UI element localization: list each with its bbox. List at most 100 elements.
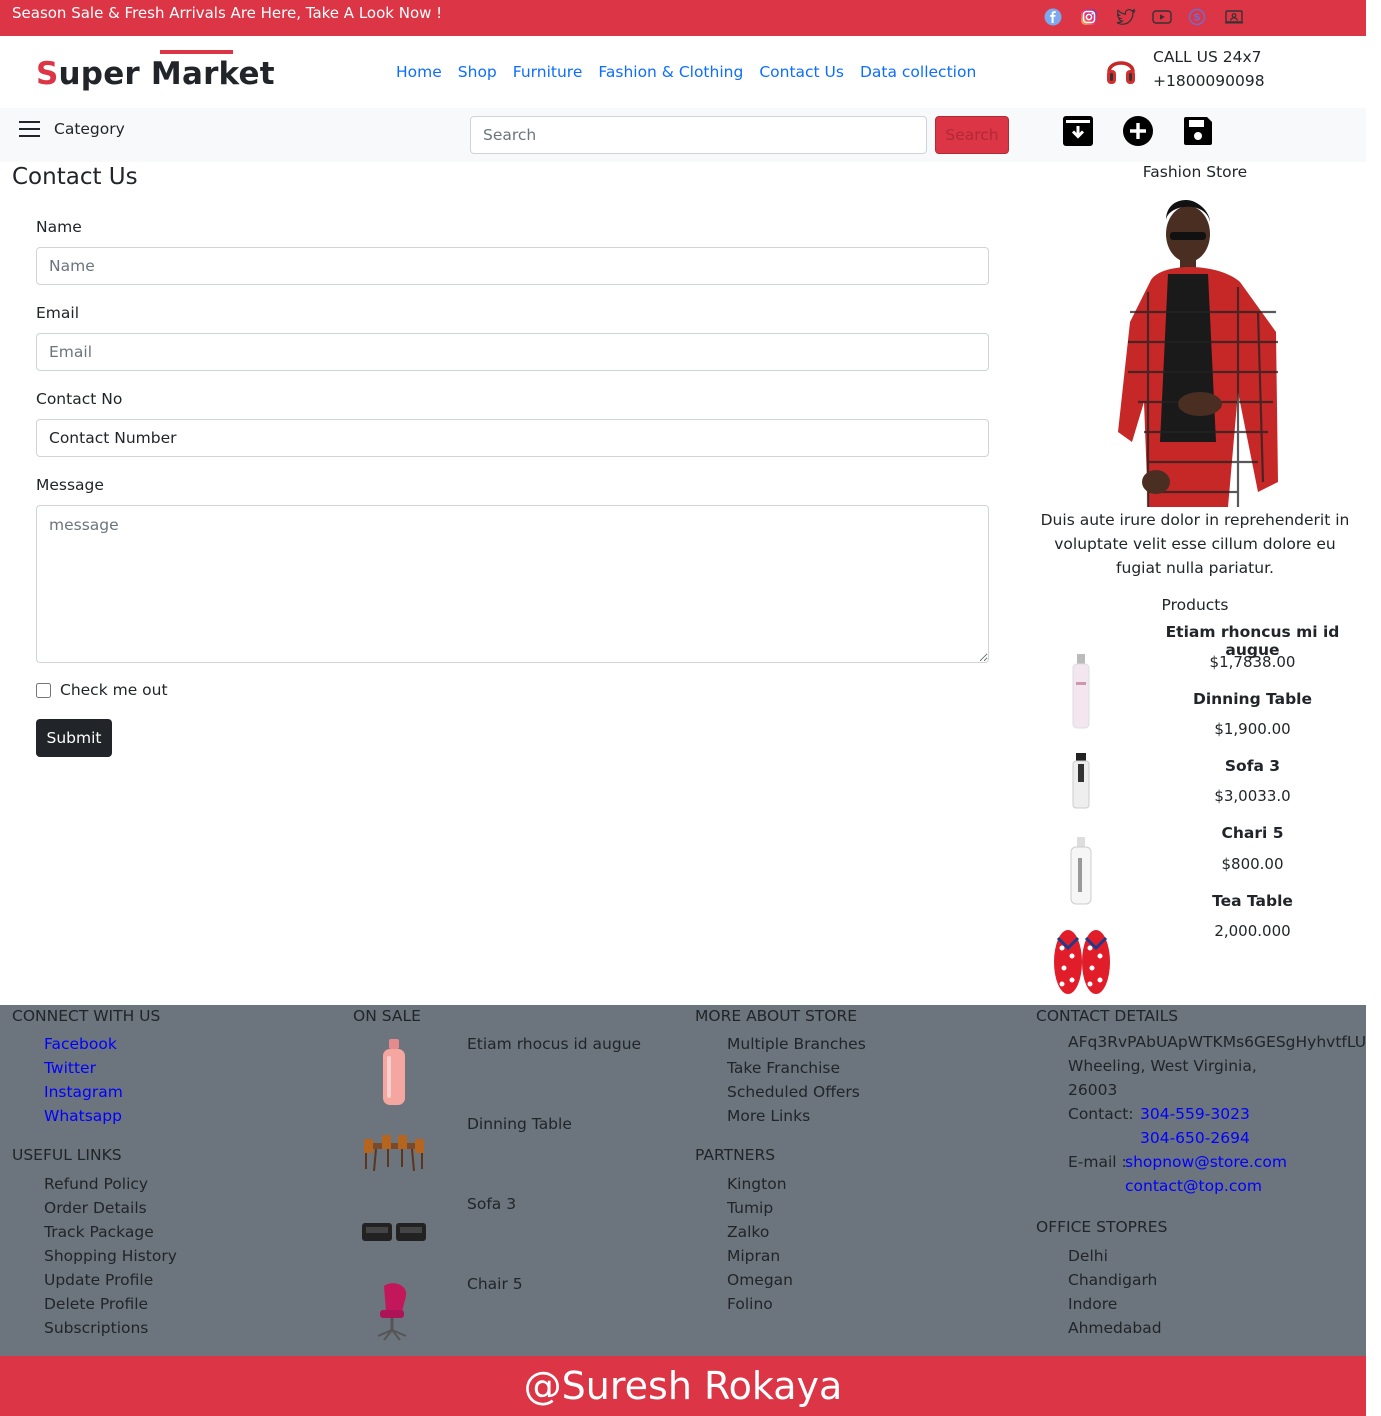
svg-text:S: S — [1193, 13, 1200, 24]
store-description: Duis aute irure dolor in reprehenderit i… — [1040, 511, 1350, 577]
search-button[interactable]: Search — [935, 116, 1009, 154]
credit-bar: @Suresh Rokaya — [0, 1356, 1366, 1416]
search-bar: Category Search — [0, 108, 1366, 162]
partner-item[interactable]: Tumip — [727, 1196, 793, 1220]
more-about-store-title: MORE ABOUT STORE — [695, 1007, 858, 1025]
email-link-1[interactable]: shopnow@store.com — [1125, 1153, 1287, 1171]
site-logo[interactable]: Super Market — [36, 56, 275, 92]
useful-links: Refund Policy Order Details Track Packag… — [44, 1172, 177, 1340]
office-item[interactable]: Delhi — [1068, 1244, 1162, 1268]
product-name[interactable]: Tea Table — [1150, 892, 1355, 910]
nav-contact-us[interactable]: Contact Us — [759, 63, 844, 81]
submit-button[interactable]: Submit — [36, 719, 112, 757]
store-link[interactable]: Take Franchise — [727, 1056, 866, 1080]
site-footer: CONNECT WITH US Facebook Twitter Instagr… — [0, 1005, 1366, 1356]
search-input[interactable] — [470, 116, 927, 154]
nav-furniture[interactable]: Furniture — [513, 63, 583, 81]
connect-link-item: Twitter — [44, 1056, 123, 1080]
partners-title: PARTNERS — [695, 1146, 776, 1164]
archive-icon[interactable] — [1062, 115, 1094, 147]
partner-item[interactable]: Omegan — [727, 1268, 793, 1292]
connect-title: CONNECT WITH US — [12, 1007, 161, 1025]
nav-fashion-clothing[interactable]: Fashion & Clothing — [598, 63, 743, 81]
facebook-link[interactable]: Facebook — [44, 1035, 117, 1053]
logo-first-letter: S — [36, 56, 59, 92]
store-title: Fashion Store — [1142, 163, 1248, 181]
useful-link[interactable]: Subscriptions — [44, 1316, 177, 1340]
save-icon[interactable] — [1182, 115, 1214, 147]
product-image-cosmetic-bottle[interactable] — [1068, 652, 1094, 730]
useful-link[interactable]: Delete Profile — [44, 1292, 177, 1316]
office-stores-title: OFFICE STOPRES — [1036, 1218, 1168, 1236]
office-item[interactable]: Indore — [1068, 1292, 1162, 1316]
store-link[interactable]: More Links — [727, 1104, 866, 1128]
instagram-link[interactable]: Instagram — [44, 1083, 123, 1101]
sale-item-name[interactable]: Etiam rhocus id augue — [467, 1035, 641, 1053]
sale-item-name[interactable]: Sofa 3 — [467, 1195, 516, 1213]
useful-link[interactable]: Refund Policy — [44, 1172, 177, 1196]
facebook-icon[interactable] — [1044, 8, 1062, 26]
twitter-link[interactable]: Twitter — [44, 1059, 96, 1077]
sale-item-name[interactable]: Dinning Table — [467, 1115, 572, 1133]
message-label: Message — [36, 476, 104, 494]
office-item[interactable]: Ahmedabad — [1068, 1316, 1162, 1340]
category-menu[interactable]: Category — [19, 120, 125, 138]
partner-item[interactable]: Zalko — [727, 1220, 793, 1244]
office-item[interactable]: Chandigarh — [1068, 1268, 1162, 1292]
partner-item[interactable]: Folino — [727, 1292, 793, 1316]
announcement-bar: Season Sale & Fresh Arrivals Are Here, T… — [0, 0, 1366, 36]
address-line-1: AFq3RvPAbUApWTKMs6GESgHyhvtfLUe2Wr — [1068, 1033, 1366, 1051]
store-link[interactable]: Multiple Branches — [727, 1032, 866, 1056]
twitter-icon[interactable] — [1116, 8, 1136, 26]
sale-image-office-chair[interactable] — [372, 1282, 412, 1342]
hamburger-icon — [19, 121, 40, 137]
sale-image-dining-table[interactable] — [362, 1131, 426, 1173]
email-link-2[interactable]: contact@top.com — [1125, 1177, 1262, 1195]
product-price: $800.00 — [1221, 855, 1284, 873]
main-nav: Home Shop Furniture Fashion & Clothing C… — [396, 63, 976, 81]
nav-data-collection[interactable]: Data collection — [860, 63, 976, 81]
contact-label: Contact No — [36, 390, 123, 408]
product-name[interactable]: Chari 5 — [1150, 824, 1355, 842]
nav-shop[interactable]: Shop — [458, 63, 497, 81]
product-image-serum-bottle[interactable] — [1068, 752, 1094, 810]
products-title: Products — [1161, 596, 1229, 614]
nav-home[interactable]: Home — [396, 63, 442, 81]
contact-number-input[interactable] — [36, 419, 989, 457]
category-label: Category — [54, 120, 125, 138]
announcement-text: Season Sale & Fresh Arrivals Are Here, T… — [12, 4, 443, 22]
skype-icon[interactable]: S — [1188, 8, 1206, 26]
useful-link[interactable]: Track Package — [44, 1220, 177, 1244]
useful-link[interactable]: Order Details — [44, 1196, 177, 1220]
partners-list: Kington Tumip Zalko Mipran Omegan Folino — [727, 1172, 793, 1316]
product-name[interactable]: Dinning Table — [1150, 690, 1355, 708]
laptop-icon[interactable] — [1224, 8, 1243, 26]
product-image-flip-flops[interactable] — [1050, 926, 1114, 996]
contact-details-title: CONTACT DETAILS — [1036, 1007, 1179, 1025]
sale-image-pink-bottle[interactable] — [378, 1038, 410, 1106]
store-link[interactable]: Scheduled Offers — [727, 1080, 866, 1104]
product-name[interactable]: Sofa 3 — [1150, 757, 1355, 775]
partner-item[interactable]: Mipran — [727, 1244, 793, 1268]
add-circle-icon[interactable] — [1122, 115, 1154, 147]
whatsapp-link[interactable]: Whatsapp — [44, 1107, 122, 1125]
useful-link[interactable]: Update Profile — [44, 1268, 177, 1292]
partner-item[interactable]: Kington — [727, 1172, 793, 1196]
connect-link-item: Facebook — [44, 1032, 123, 1056]
site-header: Super Market Home Shop Furniture Fashion… — [0, 36, 1366, 108]
sale-item-name[interactable]: Chair 5 — [467, 1275, 523, 1293]
name-input[interactable] — [36, 247, 989, 285]
sale-image-sofa[interactable] — [360, 1217, 428, 1245]
message-textarea[interactable] — [36, 505, 989, 663]
phone-link-1[interactable]: 304-559-3023 — [1140, 1105, 1250, 1123]
product-image-lotion-bottle[interactable] — [1066, 836, 1096, 906]
product-price: 2,000.000 — [1214, 922, 1291, 940]
useful-link[interactable]: Shopping History — [44, 1244, 177, 1268]
email-input[interactable] — [36, 333, 989, 371]
instagram-icon[interactable] — [1080, 8, 1098, 26]
credit-text: @Suresh Rokaya — [523, 1364, 843, 1408]
youtube-icon[interactable] — [1152, 8, 1172, 26]
check-me-out-checkbox[interactable] — [36, 682, 51, 698]
more-about-store-links: Multiple Branches Take Franchise Schedul… — [727, 1032, 866, 1128]
phone-link-2[interactable]: 304-650-2694 — [1140, 1129, 1250, 1147]
